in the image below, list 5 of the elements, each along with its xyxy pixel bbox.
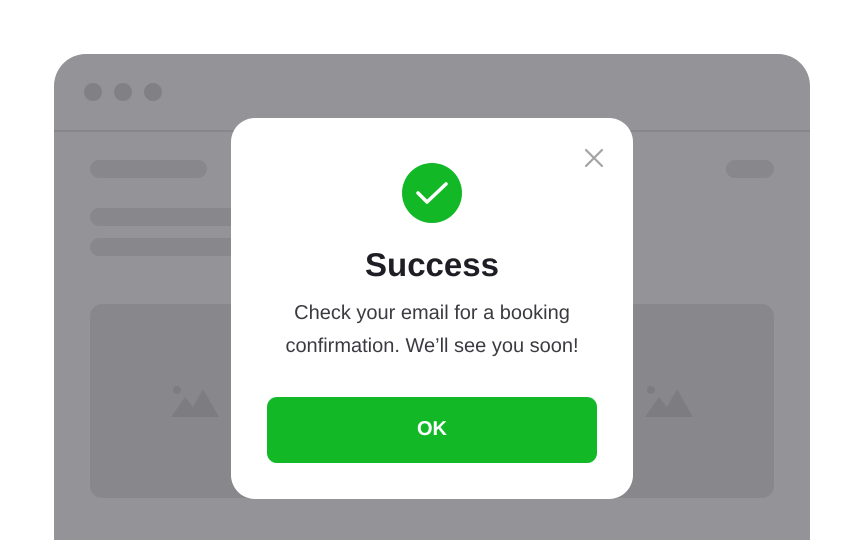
dialog-title: Success (365, 245, 499, 285)
check-circle-icon (402, 163, 462, 223)
dialog-message: Check your email for a booking confirmation. We’ll see you soon! (284, 300, 580, 359)
close-icon[interactable] (584, 148, 604, 168)
ok-button[interactable]: OK (267, 396, 597, 463)
